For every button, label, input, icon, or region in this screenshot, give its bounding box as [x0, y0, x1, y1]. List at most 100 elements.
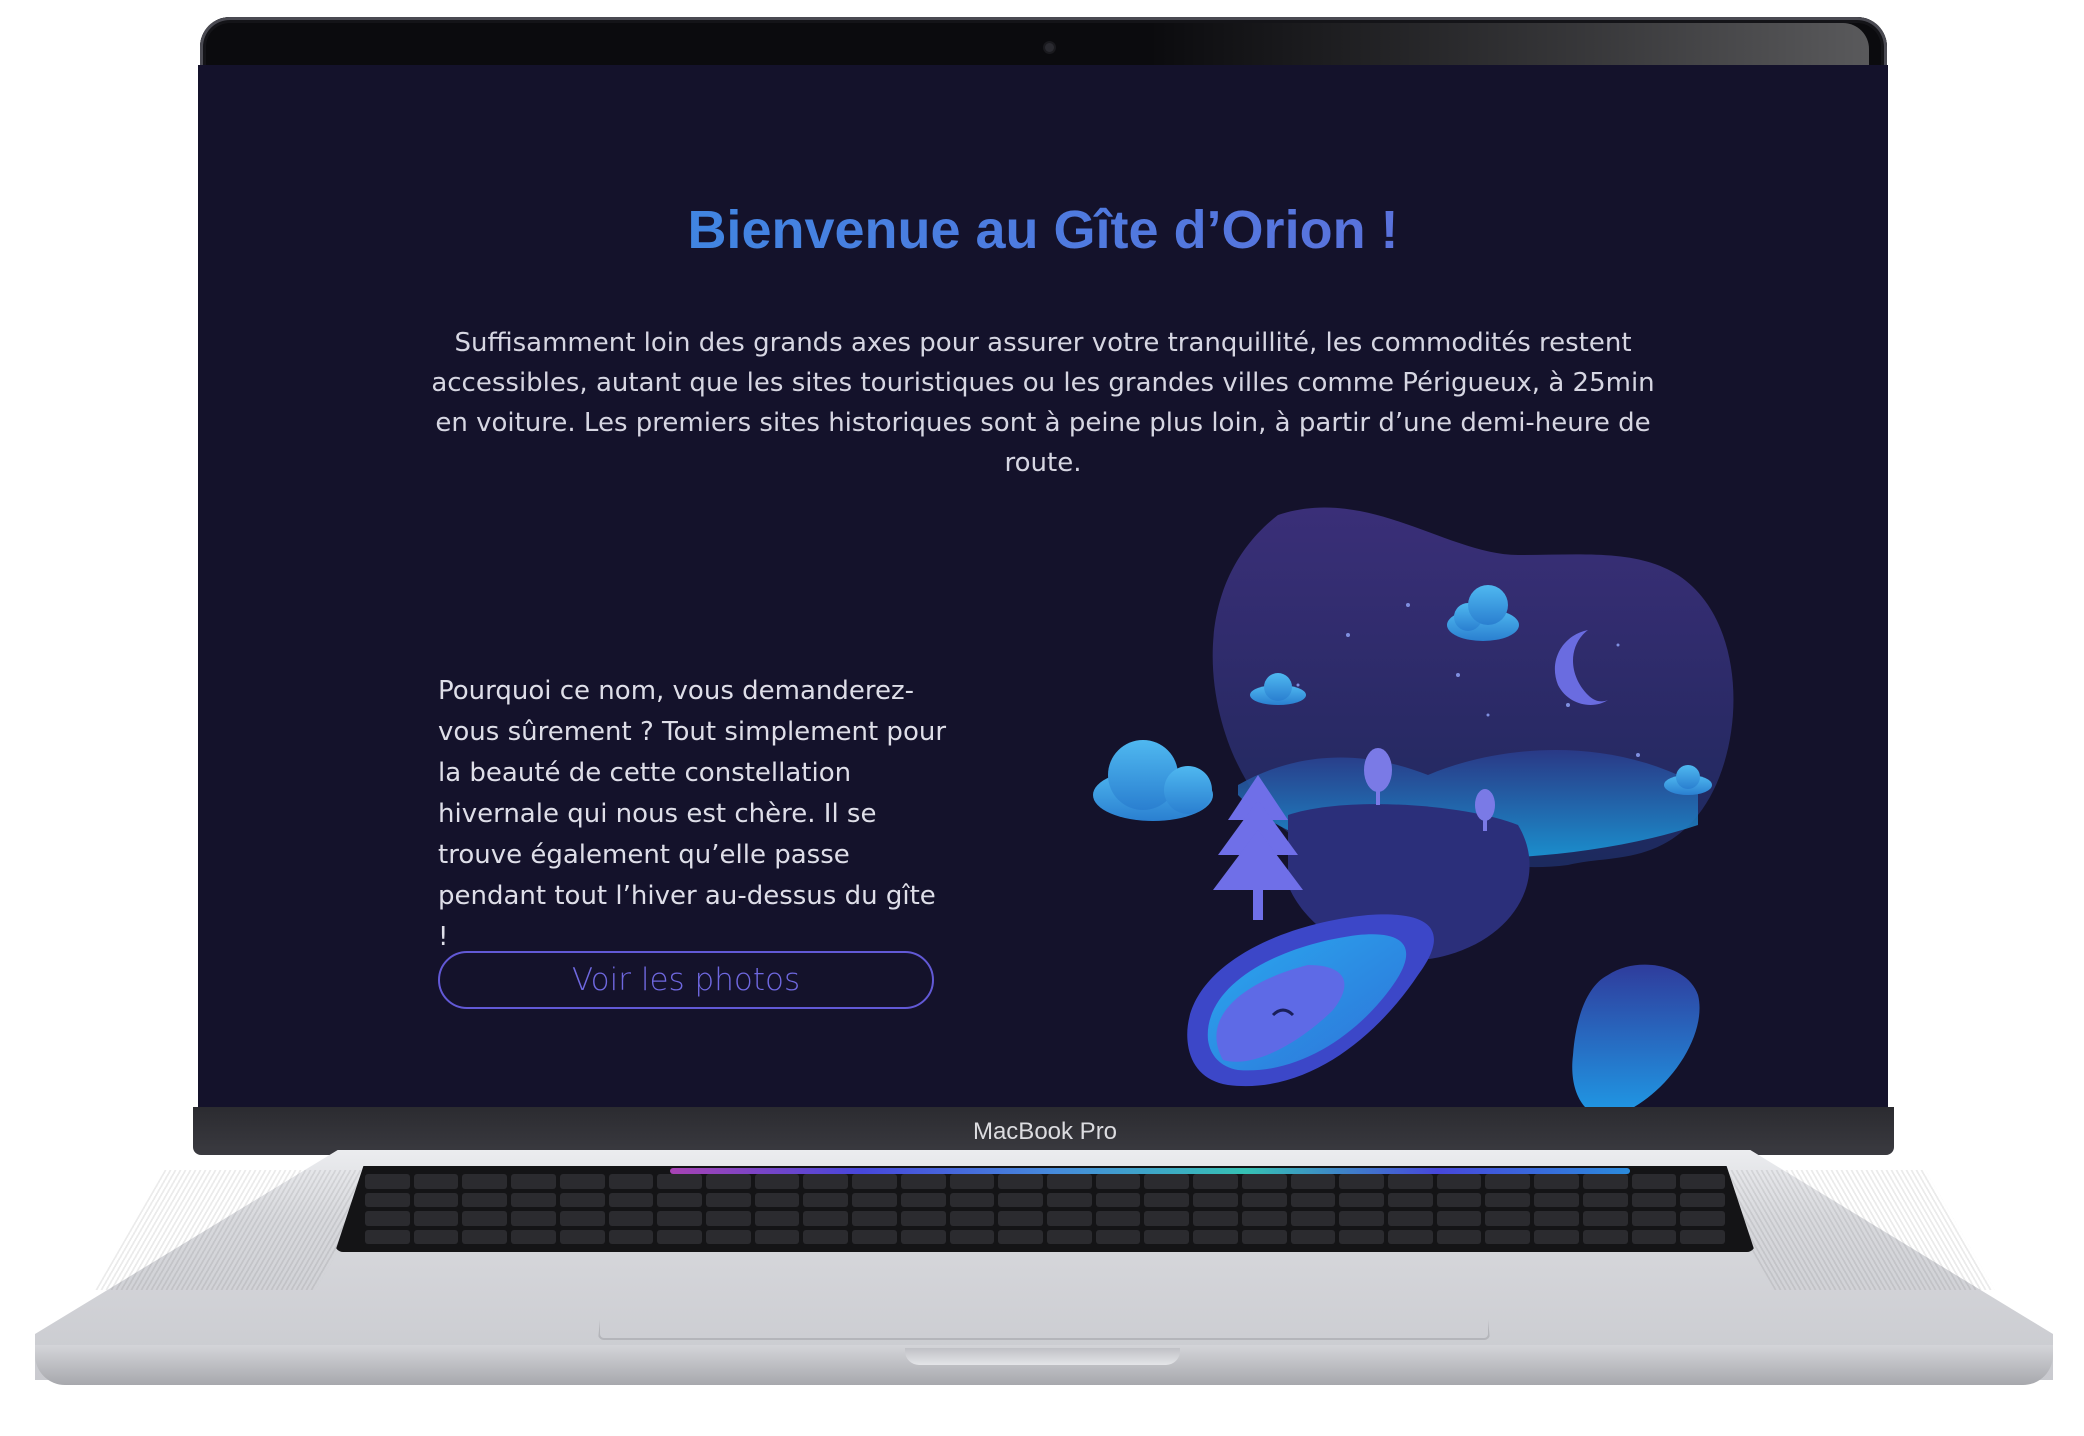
keyboard-key	[706, 1174, 751, 1189]
keyboard-key	[1241, 1211, 1287, 1226]
keyboard-key	[1582, 1192, 1628, 1207]
keyboard-key	[1485, 1229, 1531, 1244]
keyboard-key	[413, 1174, 459, 1189]
keyboard-key	[1436, 1211, 1482, 1226]
keyboard-key	[852, 1211, 897, 1226]
keyboard-key	[1047, 1211, 1092, 1226]
keyboard-key	[365, 1174, 410, 1189]
keyboard-key	[511, 1174, 556, 1189]
keyboard-key	[1388, 1174, 1433, 1189]
keyboard-key	[1680, 1211, 1725, 1226]
keyboard-key	[1631, 1211, 1677, 1226]
keyboard-key	[559, 1229, 605, 1244]
keyboard-key	[1680, 1192, 1725, 1207]
keyboard	[335, 1166, 1755, 1252]
keyboard-key	[1680, 1229, 1725, 1244]
keyboard-key	[852, 1229, 897, 1244]
rock-icon	[1572, 964, 1700, 1107]
browser-viewport: Bienvenue au Gîte d’Orion ! Suffisamment…	[198, 65, 1888, 1107]
keyboard-key	[900, 1192, 946, 1207]
keyboard-key	[900, 1174, 946, 1189]
see-photos-button[interactable]: Voir les photos	[438, 951, 934, 1009]
keyboard-key	[1534, 1211, 1579, 1226]
page-title: Bienvenue au Gîte d’Orion !	[198, 199, 1888, 261]
keyboard-key	[1144, 1211, 1190, 1226]
keyboard-key	[559, 1192, 605, 1207]
keyboard-key	[1241, 1174, 1287, 1189]
keyboard-key	[1095, 1174, 1141, 1189]
keyboard-key	[998, 1229, 1043, 1244]
keyboard-key	[413, 1192, 459, 1207]
keyboard-key	[657, 1192, 702, 1207]
keyboard-key	[803, 1211, 849, 1226]
keyboard-key	[803, 1174, 849, 1189]
keyboard-key	[608, 1211, 654, 1226]
keyboard-key	[754, 1211, 800, 1226]
keyboard-key	[1631, 1192, 1677, 1207]
keyboard-key	[1485, 1211, 1531, 1226]
keyboard-key	[657, 1229, 702, 1244]
keyboard-key	[1290, 1211, 1336, 1226]
keyboard-key	[462, 1192, 508, 1207]
keyboard-key	[1485, 1174, 1531, 1189]
keyboard-key	[1339, 1174, 1384, 1189]
keyboard-key	[900, 1211, 946, 1226]
keyboard-key	[1339, 1211, 1384, 1226]
keyboard-key	[1144, 1229, 1190, 1244]
trackpad	[598, 1250, 1490, 1340]
keyboard-key	[1339, 1229, 1384, 1244]
keyboard-key	[1144, 1192, 1190, 1207]
keyboard-key	[1388, 1192, 1433, 1207]
keyboard-key	[1631, 1229, 1677, 1244]
keyboard-key	[852, 1192, 897, 1207]
keyboard-key	[511, 1229, 556, 1244]
keyboard-key	[1582, 1229, 1628, 1244]
keyboard-key	[1241, 1229, 1287, 1244]
keyboard-key	[1436, 1192, 1482, 1207]
keyboard-key	[1631, 1174, 1677, 1189]
keyboard-key	[657, 1174, 702, 1189]
keyboard-key	[1290, 1229, 1336, 1244]
keyboard-key	[1144, 1174, 1190, 1189]
keyboard-key	[511, 1192, 556, 1207]
keyboard-key	[608, 1192, 654, 1207]
keyboard-key	[511, 1211, 556, 1226]
keyboard-key	[1485, 1192, 1531, 1207]
touch-bar	[670, 1168, 1630, 1174]
keyboard-key	[608, 1174, 654, 1189]
keyboard-key	[1680, 1174, 1725, 1189]
story-paragraph: Pourquoi ce nom, vous demanderez-vous sû…	[438, 676, 947, 952]
keyboard-key	[803, 1192, 849, 1207]
keyboard-key	[706, 1229, 751, 1244]
keyboard-key	[1388, 1211, 1433, 1226]
keyboard-key	[900, 1229, 946, 1244]
keyboard-key	[998, 1192, 1043, 1207]
keyboard-key	[413, 1211, 459, 1226]
keyboard-key	[365, 1229, 410, 1244]
keyboard-key	[1436, 1174, 1482, 1189]
keyboard-key	[998, 1211, 1043, 1226]
keyboard-key	[998, 1174, 1043, 1189]
keyboard-key	[365, 1211, 410, 1226]
keyboard-key	[949, 1229, 995, 1244]
keyboard-key	[462, 1229, 508, 1244]
keyboard-key	[1095, 1192, 1141, 1207]
keyboard-key	[706, 1211, 751, 1226]
keyboard-key	[413, 1229, 459, 1244]
webcam-icon	[1045, 43, 1054, 52]
keyboard-key	[608, 1229, 654, 1244]
keyboard-key	[1193, 1229, 1238, 1244]
keyboard-key	[1241, 1192, 1287, 1207]
keyboard-key	[949, 1192, 995, 1207]
keyboard-key	[1436, 1229, 1482, 1244]
keyboard-key	[1193, 1211, 1238, 1226]
keyboard-key	[559, 1174, 605, 1189]
keyboard-key	[1047, 1229, 1092, 1244]
cloud-icon	[1093, 740, 1213, 821]
keyboard-key	[559, 1211, 605, 1226]
intro-paragraph: Suffisamment loin des grands axes pour a…	[431, 328, 1655, 478]
pool-icon	[1187, 914, 1434, 1087]
keyboard-key	[803, 1229, 849, 1244]
lid-opening-notch	[905, 1348, 1180, 1365]
keyboard-key	[949, 1211, 995, 1226]
